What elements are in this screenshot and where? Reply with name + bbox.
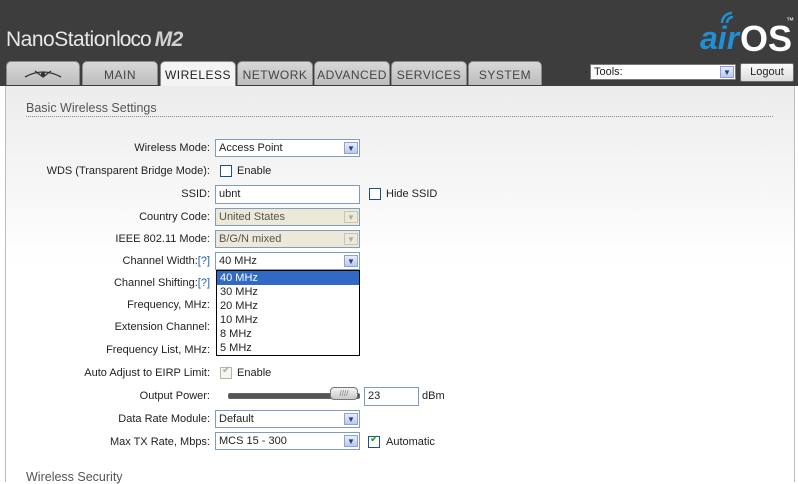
output-power-unit: dBm xyxy=(422,390,445,402)
channel-shifting-text: Channel Shifting: xyxy=(113,277,198,289)
dropdown-option[interactable]: 5 MHz xyxy=(217,341,359,355)
ieee-mode-label: IEEE 802.11 Mode: xyxy=(115,233,210,245)
output-power-label: Output Power: xyxy=(139,390,210,402)
tab-services[interactable]: SERVICES xyxy=(391,61,467,85)
dropdown-option[interactable]: 20 MHz xyxy=(217,299,359,313)
max-tx-automatic-checkbox[interactable] xyxy=(368,434,380,448)
chevron-down-icon[interactable]: ▼ xyxy=(344,435,358,447)
channel-width-select[interactable]: 40 MHz ▼ xyxy=(215,252,360,270)
channel-width-label: Channel Width:[?] xyxy=(123,255,210,267)
dropdown-option[interactable]: 8 MHz xyxy=(217,327,359,341)
chevron-down-icon[interactable]: ▼ xyxy=(344,255,358,267)
ubiquiti-logo-icon xyxy=(24,70,62,78)
tools-select-value: Tools: xyxy=(594,66,623,78)
data-rate-module-value: Default xyxy=(219,413,254,425)
wds-label: WDS (Transparent Bridge Mode): xyxy=(46,165,210,177)
max-tx-rate-value: MCS 15 - 300 xyxy=(219,435,287,447)
auto-adjust-enable-label: Enable xyxy=(237,367,272,379)
logo-trademark: ™ xyxy=(786,16,794,25)
chevron-down-icon[interactable]: ▼ xyxy=(720,66,734,78)
output-power-input[interactable]: 23 xyxy=(364,387,419,406)
model-label: M2 xyxy=(154,28,184,51)
tab-network[interactable]: NETWORK xyxy=(237,61,313,85)
output-power-slider-handle[interactable]: //// xyxy=(330,387,358,400)
channel-width-text: Channel Width: xyxy=(122,255,198,267)
chevron-down-icon: ▼ xyxy=(344,211,358,223)
country-code-select[interactable]: United States ▼ xyxy=(215,208,360,226)
auto-adjust-checkbox[interactable] xyxy=(220,365,232,379)
wireless-mode-label: Wireless Mode: xyxy=(134,142,210,154)
frequency-label: Frequency, MHz: xyxy=(127,299,210,311)
channel-width-value: 40 MHz xyxy=(219,255,257,267)
channel-width-help-link[interactable]: [?] xyxy=(198,255,210,267)
channel-shifting-label: Channel Shifting:[?] xyxy=(114,277,210,289)
dropdown-option[interactable]: 10 MHz xyxy=(217,313,359,327)
wds-enable-checkbox[interactable] xyxy=(220,165,232,177)
section-title-basic: Basic Wireless Settings xyxy=(26,101,157,115)
logo-os: OS xyxy=(740,18,793,59)
chevron-down-icon[interactable]: ▼ xyxy=(344,142,358,154)
country-code-value: United States xyxy=(219,211,286,223)
ieee-mode-select[interactable]: B/G/N mixed ▼ xyxy=(215,230,360,248)
ssid-input[interactable]: ubnt xyxy=(215,185,360,204)
data-rate-module-label: Data Rate Module: xyxy=(118,413,210,425)
section-divider xyxy=(26,116,773,117)
tab-advanced[interactable]: ADVANCED xyxy=(314,61,390,85)
data-rate-module-select[interactable]: Default ▼ xyxy=(215,410,360,428)
tab-main[interactable]: MAIN xyxy=(82,61,158,85)
chevron-down-icon: ▼ xyxy=(344,233,358,245)
dropdown-option[interactable]: 30 MHz xyxy=(217,285,359,299)
hide-ssid-checkbox[interactable] xyxy=(369,188,381,200)
wds-enable-label: Enable xyxy=(237,165,272,177)
max-tx-rate-select[interactable]: MCS 15 - 300 ▼ xyxy=(215,432,360,450)
tab-ubiquiti-logo[interactable] xyxy=(6,61,80,85)
extension-channel-label: Extension Channel: xyxy=(114,321,210,333)
chevron-down-icon[interactable]: ▼ xyxy=(344,413,358,425)
product-name: NanoStationloco M2 xyxy=(6,28,183,52)
max-tx-automatic-label: Automatic xyxy=(386,436,435,448)
wireless-mode-value: Access Point xyxy=(219,142,283,154)
frequency-list-label: Frequency List, MHz: xyxy=(106,344,210,356)
auto-adjust-label: Auto Adjust to EIRP Limit: xyxy=(84,367,210,379)
ieee-mode-value: B/G/N mixed xyxy=(219,233,282,245)
channel-shifting-help-link[interactable]: [?] xyxy=(198,277,210,289)
tab-wireless[interactable]: WIRELESS xyxy=(160,61,236,86)
tools-select[interactable]: Tools: ▼ xyxy=(590,64,736,80)
product-variant: loco xyxy=(116,28,152,51)
hide-ssid-label: Hide SSID xyxy=(386,188,438,200)
logo-air: air xyxy=(700,20,740,56)
product-label: NanoStation xyxy=(6,28,117,51)
airos-logo: air OS ™ xyxy=(698,10,794,59)
channel-width-dropdown: 40 MHz 30 MHz 20 MHz 10 MHz 8 MHz 5 MHz xyxy=(216,270,360,356)
wireless-mode-select[interactable]: Access Point ▼ xyxy=(215,139,360,157)
dropdown-option[interactable]: 40 MHz xyxy=(217,271,359,285)
ssid-label: SSID: xyxy=(181,188,210,200)
max-tx-rate-label: Max TX Rate, Mbps: xyxy=(109,436,210,448)
tab-system[interactable]: SYSTEM xyxy=(468,61,542,85)
country-code-label: Country Code: xyxy=(139,211,210,223)
logout-button[interactable]: Logout xyxy=(740,63,794,82)
